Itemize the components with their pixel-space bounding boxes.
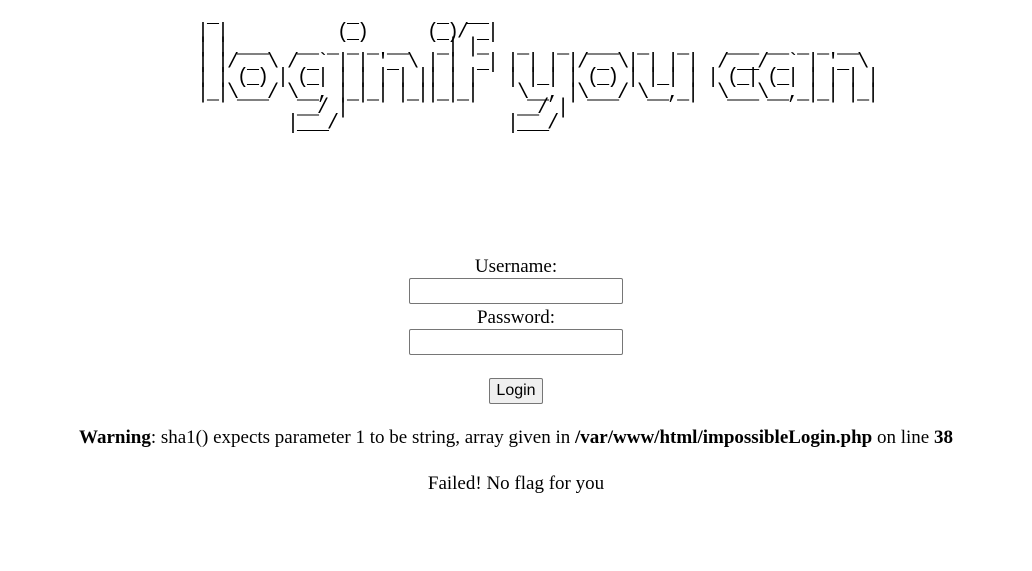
password-label: Password:	[476, 307, 556, 328]
ascii-art-title: _ _ _ __ | | (_) (_)/ _| | | ___ __ _ _ …	[197, 4, 879, 136]
warning-line-text: on line	[872, 427, 934, 448]
warning-file-path: /var/www/html/impossibleLogin.php	[575, 427, 873, 448]
php-warning: Warning: sha1() expects parameter 1 to b…	[0, 426, 1032, 450]
username-input[interactable]	[409, 278, 623, 304]
password-input[interactable]	[409, 329, 623, 355]
login-form: Username: Password: Login	[0, 256, 1032, 404]
warning-line-number: 38	[933, 427, 953, 448]
result-message: Failed! No flag for you	[427, 473, 605, 494]
login-button[interactable]: Login	[489, 378, 543, 404]
username-label: Username:	[474, 256, 558, 277]
warning-message: : sha1() expects parameter 1 to be strin…	[150, 427, 576, 448]
warning-prefix: Warning	[79, 427, 151, 448]
